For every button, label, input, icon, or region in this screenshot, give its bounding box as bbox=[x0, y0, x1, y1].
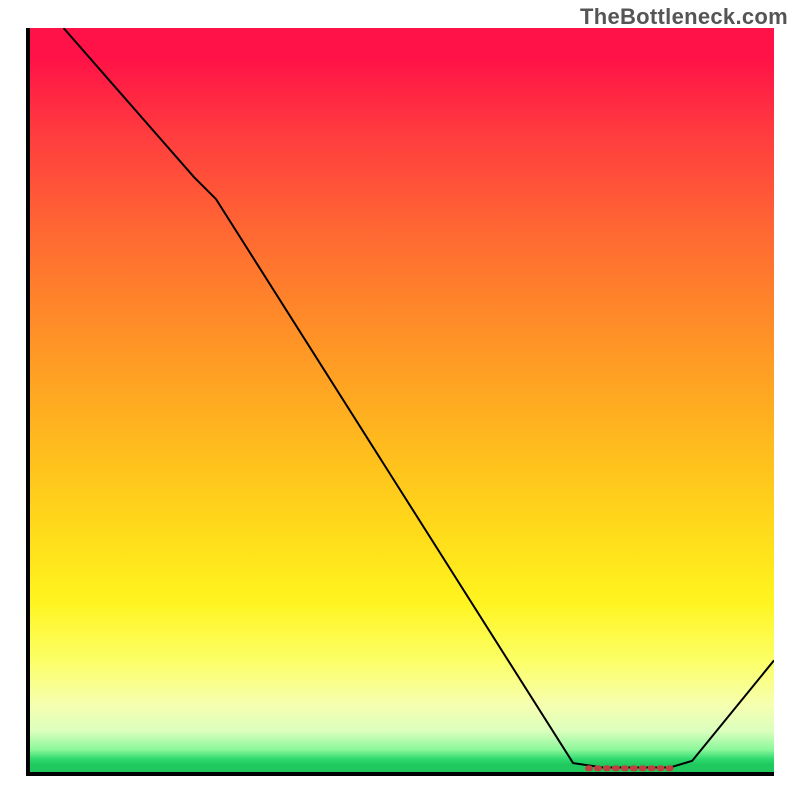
watermark-text: TheBottleneck.com bbox=[580, 4, 788, 30]
chart-plot-area bbox=[26, 28, 774, 776]
performance-curve bbox=[64, 28, 774, 768]
chart-overlay bbox=[30, 28, 774, 772]
